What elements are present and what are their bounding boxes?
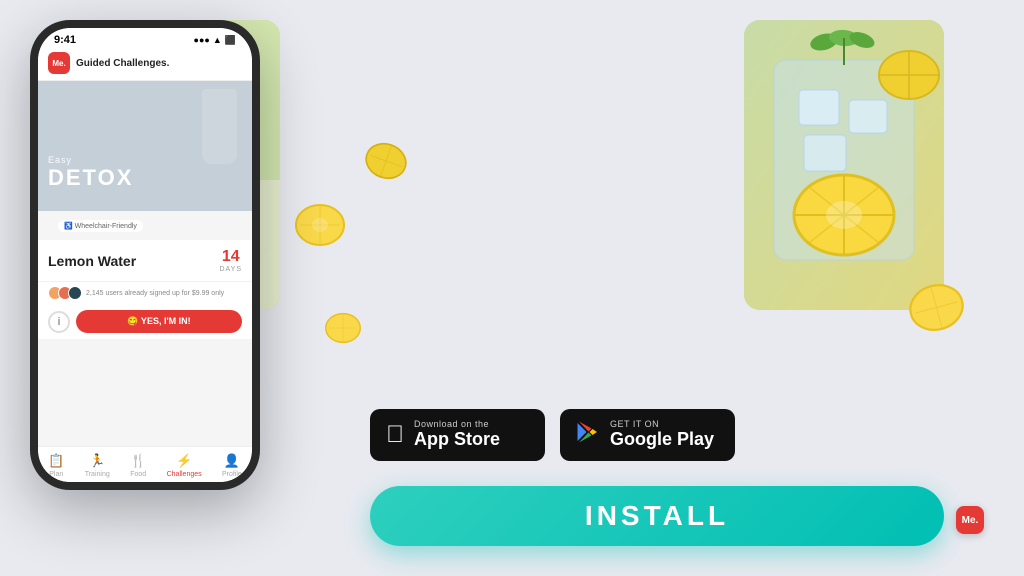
nav-training-icon: 🏃 — [89, 453, 105, 469]
glass-icon — [202, 89, 237, 164]
me-logo-phone: Me. — [48, 52, 70, 74]
nav-food[interactable]: 🍴 Food — [130, 453, 146, 478]
nav-plan-label: Plan — [49, 471, 63, 478]
nav-profile[interactable]: 👤 Profile — [222, 453, 242, 478]
days-badge: 14 DAYS — [219, 248, 242, 273]
wheelchair-badge: ♿ Wheelchair-Friendly — [58, 220, 143, 232]
nav-challenges-icon: ⚡ — [176, 453, 192, 469]
apple-store-subtitle: Download on the — [414, 419, 500, 429]
nav-plan[interactable]: 📋 Plan — [48, 453, 64, 478]
phone-body: 9:41 ●●● ▲ ⬛ Me. Guided Challenges. — [30, 20, 260, 490]
phone-mockup: 9:41 ●●● ▲ ⬛ Me. Guided Challenges. — [30, 20, 270, 510]
nav-plan-icon: 📋 — [48, 453, 64, 469]
join-button[interactable]: 😋 YES, I'M IN! — [76, 310, 242, 333]
nav-challenges[interactable]: ⚡ Challenges — [167, 453, 202, 478]
apple-store-name: App Store — [414, 429, 500, 451]
status-bar: 9:41 ●●● ▲ ⬛ — [38, 28, 252, 48]
nav-training-label: Training — [85, 471, 110, 478]
nav-profile-label: Profile — [222, 471, 242, 478]
google-play-icon — [576, 420, 600, 450]
main-container: 9:41 ●●● ▲ ⬛ Me. Guided Challenges. — [0, 0, 1024, 576]
phone-app-header: Me. Guided Challenges. — [38, 48, 252, 81]
easy-label: Easy — [48, 155, 133, 165]
wheelchair-section: ♿ Wheelchair-Friendly — [38, 211, 252, 240]
nav-food-icon: 🍴 — [130, 453, 146, 469]
install-label: INSTALL — [585, 500, 729, 532]
apple-store-button[interactable]:  Download on the App Store — [370, 409, 545, 461]
nav-training[interactable]: 🏃 Training — [85, 453, 110, 478]
info-button[interactable]: i — [48, 311, 70, 333]
days-number: 14 — [219, 248, 242, 266]
challenge-card: Easy DETOX — [38, 81, 252, 211]
users-row: 2,145 users already signed up for $9.99 … — [38, 281, 252, 304]
watermark-text: Me. — [962, 515, 979, 526]
status-time: 9:41 — [54, 34, 76, 46]
lemon-deco-3 — [359, 134, 413, 188]
store-buttons-container:  Download on the App Store GET IT ON Go… — [370, 409, 735, 461]
bottom-nav: 📋 Plan 🏃 Training 🍴 Food ⚡ Challenges — [38, 446, 252, 482]
me-watermark: Me. — [956, 506, 984, 534]
google-play-name: Google Play — [610, 429, 714, 451]
wheelchair-text: ♿ Wheelchair-Friendly — [64, 222, 137, 230]
lemon-water-title: Lemon Water — [48, 253, 136, 269]
nav-food-label: Food — [130, 471, 146, 478]
avatar-3 — [68, 286, 82, 300]
guided-challenges-title: Guided Challenges. — [76, 58, 169, 69]
cta-row: i 😋 YES, I'M IN! — [38, 304, 252, 339]
detox-label: DETOX — [48, 165, 133, 191]
nav-challenges-label: Challenges — [167, 471, 202, 478]
challenge-text-group: Easy DETOX — [48, 155, 133, 191]
apple-icon:  — [386, 421, 404, 449]
lemon-water-section: Lemon Water 14 DAYS — [38, 240, 252, 281]
lemon-deco-1 — [295, 200, 345, 250]
nav-profile-icon: 👤 — [224, 453, 240, 469]
days-label: DAYS — [219, 266, 242, 273]
status-icons: ●●● ▲ ⬛ — [194, 35, 236, 46]
photo-lemon-water-right — [744, 20, 944, 310]
install-button[interactable]: INSTALL — [370, 486, 944, 546]
phone-screen: 9:41 ●●● ▲ ⬛ Me. Guided Challenges. — [38, 28, 252, 482]
google-play-text: GET IT ON Google Play — [610, 419, 714, 451]
apple-store-text: Download on the App Store — [414, 419, 500, 451]
google-play-subtitle: GET IT ON — [610, 419, 714, 429]
lemon-deco-2 — [325, 310, 361, 346]
users-text: 2,145 users already signed up for $9.99 … — [86, 290, 224, 297]
google-play-button[interactable]: GET IT ON Google Play — [560, 409, 735, 461]
user-avatars — [48, 286, 82, 300]
photo-svg-right — [744, 20, 944, 310]
